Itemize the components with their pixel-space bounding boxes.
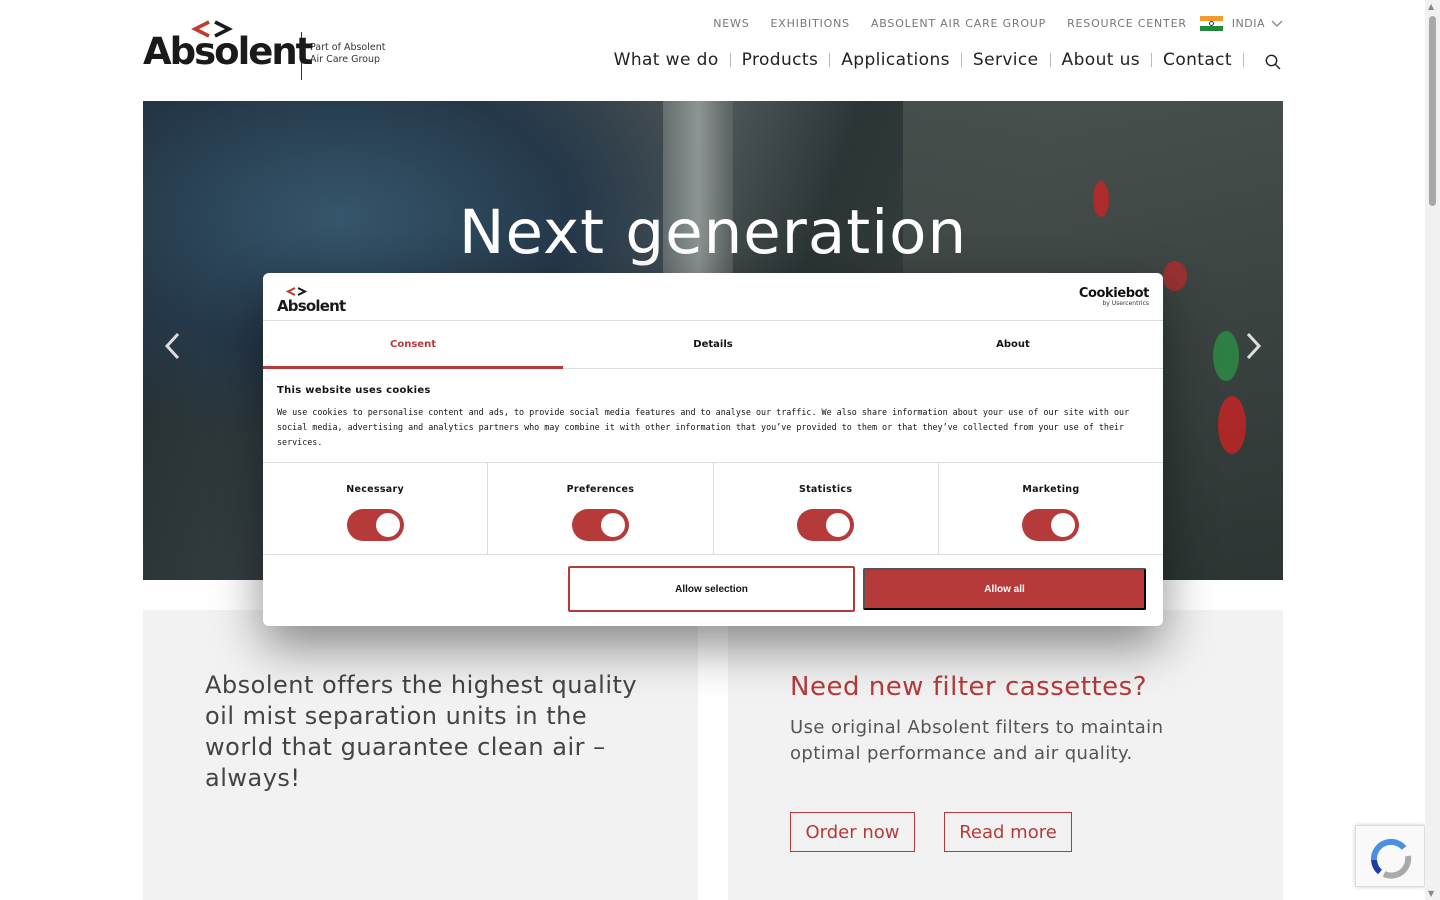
toggle-statistics: Statistics (714, 463, 939, 554)
intro-text: Absolent offers the highest quality oil … (205, 671, 638, 792)
dialog-logo-wordmark: Absolent (277, 297, 346, 315)
statistics-switch[interactable] (797, 509, 855, 541)
hero-image-light (1218, 396, 1246, 454)
scroll-up-icon[interactable]: ▲ (1428, 2, 1434, 11)
main-nav-products[interactable]: Products (742, 50, 819, 70)
toggle-marketing: Marketing (939, 463, 1163, 554)
nav-separator (729, 53, 731, 67)
flag-wheel (1208, 21, 1214, 26)
country-selector[interactable]: INDIA (1232, 17, 1265, 30)
main-nav-what-we-do[interactable]: What we do (614, 50, 719, 70)
nav-separator (1243, 53, 1244, 67)
toggle-necessary: Necessary (263, 463, 489, 554)
dialog-body: This website uses cookies We use cookies… (263, 369, 1163, 463)
top-nav-exhibitions[interactable]: EXHIBITIONS (771, 17, 850, 30)
hero-image-light (1213, 331, 1239, 381)
necessary-switch[interactable] (346, 509, 404, 541)
top-nav-resource-center[interactable]: RESOURCE CENTER (1067, 17, 1187, 30)
logo-sub-line2: Air Care Group (310, 54, 381, 65)
main-nav-about-us[interactable]: About us (1062, 50, 1141, 70)
filter-cassettes-card: Need new filter cassettes? Use original … (728, 610, 1283, 900)
dialog-tabs: Consent Details About (263, 321, 1163, 369)
dialog-logo: Absolent (277, 287, 346, 315)
slider-prev-arrow-icon[interactable] (163, 331, 181, 361)
allow-selection-button[interactable]: Allow selection (568, 566, 855, 612)
cookiebot-logo[interactable]: Cookiebot by Usercentrics (1078, 286, 1150, 307)
main-nav: What we do Products Applications Service… (614, 50, 1255, 70)
nav-separator (1151, 53, 1153, 67)
dialog-actions: Allow selection Allow all (263, 555, 1163, 625)
main-nav-service[interactable]: Service (973, 50, 1039, 70)
toggle-preferences: Preferences (488, 463, 714, 554)
scroll-down-icon[interactable]: ▼ (1428, 889, 1434, 898)
main-nav-applications[interactable]: Applications (841, 50, 950, 70)
nav-separator (829, 53, 831, 67)
tab-consent[interactable]: Consent (263, 321, 563, 369)
toggle-label: Preferences (566, 484, 635, 495)
logo-sub-line1: Part of Absolent (310, 42, 386, 53)
toggle-label: Necessary (346, 484, 404, 495)
consent-toggles: Necessary Preferences Statistics Marketi… (263, 463, 1163, 555)
top-nav-news[interactable]: NEWS (713, 17, 749, 30)
site-logo[interactable]: Absolent Part of Absolent Air Care Group (143, 20, 385, 80)
site-header: Absolent Part of Absolent Air Care Group… (0, 0, 1425, 100)
marketing-switch[interactable] (1022, 509, 1080, 541)
dialog-heading: This website uses cookies (277, 385, 431, 396)
tab-about[interactable]: About (863, 321, 1163, 368)
order-now-button[interactable]: Order now (790, 812, 915, 852)
filter-cassettes-text: Use original Absolent filters to maintai… (790, 717, 1164, 764)
main-nav-contact[interactable]: Contact (1163, 50, 1232, 70)
india-flag-icon[interactable] (1199, 16, 1223, 31)
logo-mark: Absolent (143, 20, 313, 72)
read-more-button[interactable]: Read more (944, 812, 1072, 852)
preferences-switch[interactable] (571, 509, 629, 541)
allow-all-button[interactable]: Allow all (863, 568, 1146, 610)
cookiebot-wordmark: Cookiebot (1078, 286, 1150, 301)
logo-arrows-icon (285, 287, 308, 296)
intro-card: Absolent offers the highest quality oil … (143, 610, 698, 900)
chevron-down-icon[interactable] (1271, 20, 1283, 28)
toggle-label: Marketing (1022, 484, 1080, 495)
toggle-label: Statistics (798, 484, 853, 495)
cookiebot-sub: by Usercentrics (1102, 300, 1149, 307)
logo-subtitle: Part of Absolent Air Care Group (310, 42, 385, 66)
page-scrollbar[interactable]: ▲ ▼ (1425, 0, 1440, 900)
filter-cassettes-title: Need new filter cassettes? (790, 672, 1148, 702)
top-nav-air-care-group[interactable]: ABSOLENT AIR CARE GROUP (871, 17, 1046, 30)
nav-separator (1049, 53, 1051, 67)
logo-wordmark: Absolent (143, 30, 313, 73)
cookie-consent-dialog: Absolent Cookiebot by Usercentrics Conse… (263, 273, 1163, 626)
slider-next-arrow-icon[interactable] (1245, 331, 1263, 361)
recaptcha-icon (1370, 838, 1412, 879)
dialog-description: We use cookies to personalise content an… (277, 407, 1130, 447)
tab-details[interactable]: Details (563, 321, 863, 368)
hero-title: Next generation (458, 197, 968, 268)
scroll-thumb[interactable] (1429, 16, 1436, 206)
recaptcha-badge[interactable] (1355, 825, 1425, 887)
top-nav: NEWS EXHIBITIONS ABSOLENT AIR CARE GROUP… (692, 16, 1283, 31)
dialog-header: Absolent Cookiebot by Usercentrics (263, 273, 1163, 321)
search-icon[interactable] (1265, 54, 1281, 70)
nav-separator (960, 53, 962, 67)
